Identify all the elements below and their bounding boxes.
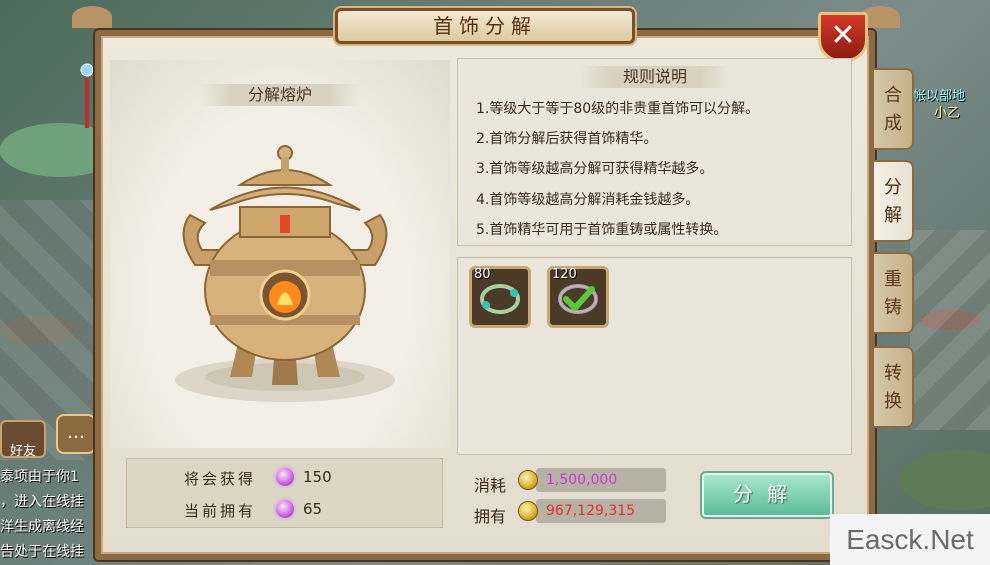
gold-coin-icon	[518, 470, 538, 490]
friend-button[interactable]: 好友	[0, 420, 46, 459]
decompose-button[interactable]: 分解	[702, 473, 832, 517]
essence-gem-icon	[276, 468, 294, 486]
chat-line: 告处于在线挂	[0, 544, 84, 560]
tab-label: 合	[884, 85, 902, 106]
chat-line: ，进入在线挂	[0, 494, 84, 510]
tab-label: 重	[884, 269, 902, 290]
close-button[interactable]: ✕	[818, 12, 868, 62]
chat-line: 洋生成离线经	[0, 519, 84, 535]
chat-bubble-button[interactable]: …	[56, 414, 96, 454]
furnace-title: 分解熔炉	[200, 84, 360, 106]
tab-compose[interactable]: 合 成	[874, 68, 914, 150]
rule-text: 1.等级大于等于80级的非贵重首饰可以分解。	[476, 101, 760, 117]
item-level: 120	[552, 267, 577, 282]
tab-recast[interactable]: 重 铸	[874, 252, 914, 334]
rule-text: 2.首饰分解后获得首饰精华。	[476, 131, 658, 147]
chat-line: 泰项由于你1	[0, 469, 79, 485]
consume-label: 消耗	[474, 476, 507, 495]
npc-name-label-2: 小乙	[933, 106, 960, 121]
corner-decoration	[72, 6, 112, 28]
consume-value: 1,500,000	[546, 472, 618, 488]
rule-text: 5.首饰精华可用于首饰重铸或属性转换。	[476, 222, 728, 238]
owned-label: 当前拥有	[184, 502, 257, 520]
tab-label: 成	[884, 113, 902, 134]
gold-coin-icon	[518, 501, 538, 521]
rule-text: 4.首饰等级越高分解消耗金钱越多。	[476, 192, 700, 208]
owned-value: 65	[303, 500, 323, 518]
window-title: 首饰分解	[335, 8, 635, 44]
will-get-label: 将会获得	[184, 470, 257, 488]
furnace-icon	[175, 145, 395, 402]
own-value: 967,129,315	[546, 503, 636, 519]
item-level: 80	[474, 267, 491, 282]
friend-label: 好友	[9, 444, 36, 459]
will-get-value: 150	[303, 468, 332, 486]
own-label: 拥有	[474, 507, 507, 526]
rule-text: 3.首饰等级越高分解可获得精华越多。	[476, 161, 714, 177]
tab-label: 解	[884, 205, 902, 226]
close-icon: ✕	[830, 18, 856, 53]
jewelry-item-grid: 80 120	[457, 257, 852, 455]
item-slot[interactable]: 80	[469, 266, 531, 328]
tab-convert[interactable]: 转 换	[874, 346, 914, 428]
tab-label: 转	[884, 363, 902, 384]
tab-label: 换	[884, 391, 902, 412]
tab-label: 铸	[884, 297, 902, 318]
chat-bubble-icon: …	[67, 422, 85, 443]
essence-gem-icon	[276, 500, 294, 518]
tab-label: 分	[884, 177, 902, 198]
floor-tiles-right	[910, 230, 990, 430]
rules-title: 规则说明	[580, 66, 730, 88]
tab-decompose[interactable]: 分 解	[874, 160, 914, 242]
watermark: Easck.Net	[830, 514, 990, 565]
hanging-ornament-icon	[80, 63, 94, 128]
item-slot[interactable]: 120	[547, 266, 609, 328]
